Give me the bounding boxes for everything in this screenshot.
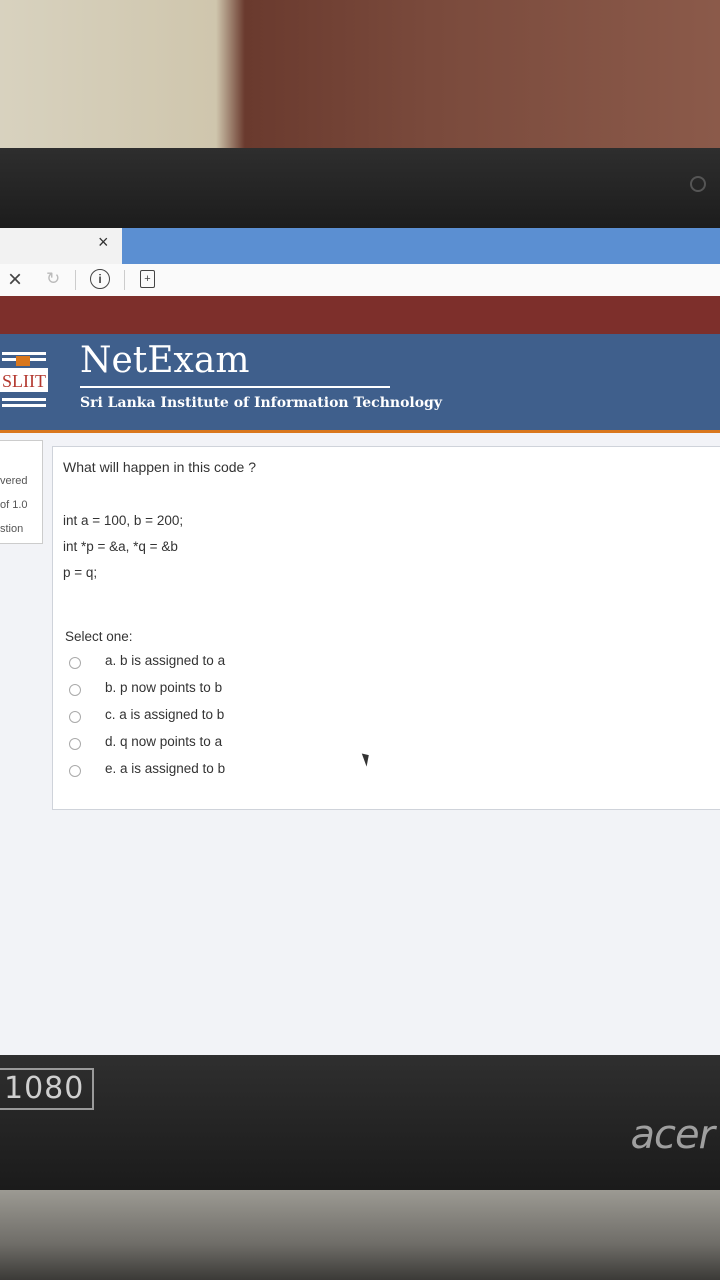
option-label[interactable]: a. b is assigned to a [105, 653, 225, 668]
laptop-screen: × × ↻ i + SLIIT NetExam Sri Lanka Instit… [0, 228, 720, 1058]
question-text: What will happen in this code ? [63, 459, 256, 475]
radio-button[interactable] [69, 765, 81, 777]
radio-button[interactable] [69, 684, 81, 696]
stop-loading-icon[interactable]: × [8, 266, 22, 294]
info-marks: of 1.0 [0, 499, 28, 511]
tab-bar: × [0, 228, 720, 264]
reload-icon[interactable]: ↻ [46, 269, 60, 289]
toolbar-divider [75, 270, 76, 290]
site-header: SLIIT NetExam Sri Lanka Institute of Inf… [0, 334, 720, 433]
site-info-icon[interactable]: i [90, 269, 110, 289]
toolbar-divider [124, 270, 125, 290]
radio-button[interactable] [69, 711, 81, 723]
select-one-label: Select one: [65, 629, 133, 644]
background-wall [0, 0, 720, 150]
webcam-icon [690, 176, 706, 192]
option-label[interactable]: b. p now points to b [105, 680, 222, 695]
site-subtitle: Sri Lanka Institute of Information Techn… [80, 395, 442, 411]
question-card: What will happen in this code ? int a = … [52, 446, 720, 810]
title-divider [80, 386, 390, 388]
laptop-bezel-top [0, 148, 720, 230]
site-title: NetExam [80, 340, 250, 381]
browser-tab[interactable]: × [0, 228, 122, 264]
option-label[interactable]: c. a is assigned to b [105, 707, 224, 722]
info-status: vered [0, 475, 28, 487]
question-info-box: vered of 1.0 stion [0, 440, 43, 544]
laptop-bezel-bottom [0, 1055, 720, 1195]
option-label[interactable]: d. q now points to a [105, 734, 222, 749]
resolution-badge: 1080 [0, 1068, 95, 1110]
page-icon[interactable]: + [140, 270, 155, 288]
tab-close-icon[interactable]: × [98, 232, 109, 253]
laptop-base [0, 1190, 720, 1280]
sliit-logo: SLIIT [0, 348, 48, 410]
option-label[interactable]: e. a is assigned to b [105, 761, 225, 776]
code-line: p = q; [63, 565, 98, 580]
flag-question[interactable]: stion [0, 523, 23, 535]
top-banner-bar [0, 296, 720, 334]
address-bar: × ↻ i + [0, 264, 720, 297]
svg-text:SLIIT: SLIIT [2, 371, 46, 391]
code-line: int a = 100, b = 200; [63, 513, 184, 528]
radio-button[interactable] [69, 738, 81, 750]
brand-logo: acer [630, 1112, 715, 1158]
radio-button[interactable] [69, 657, 81, 669]
code-line: int *p = &a, *q = &b [63, 539, 178, 554]
